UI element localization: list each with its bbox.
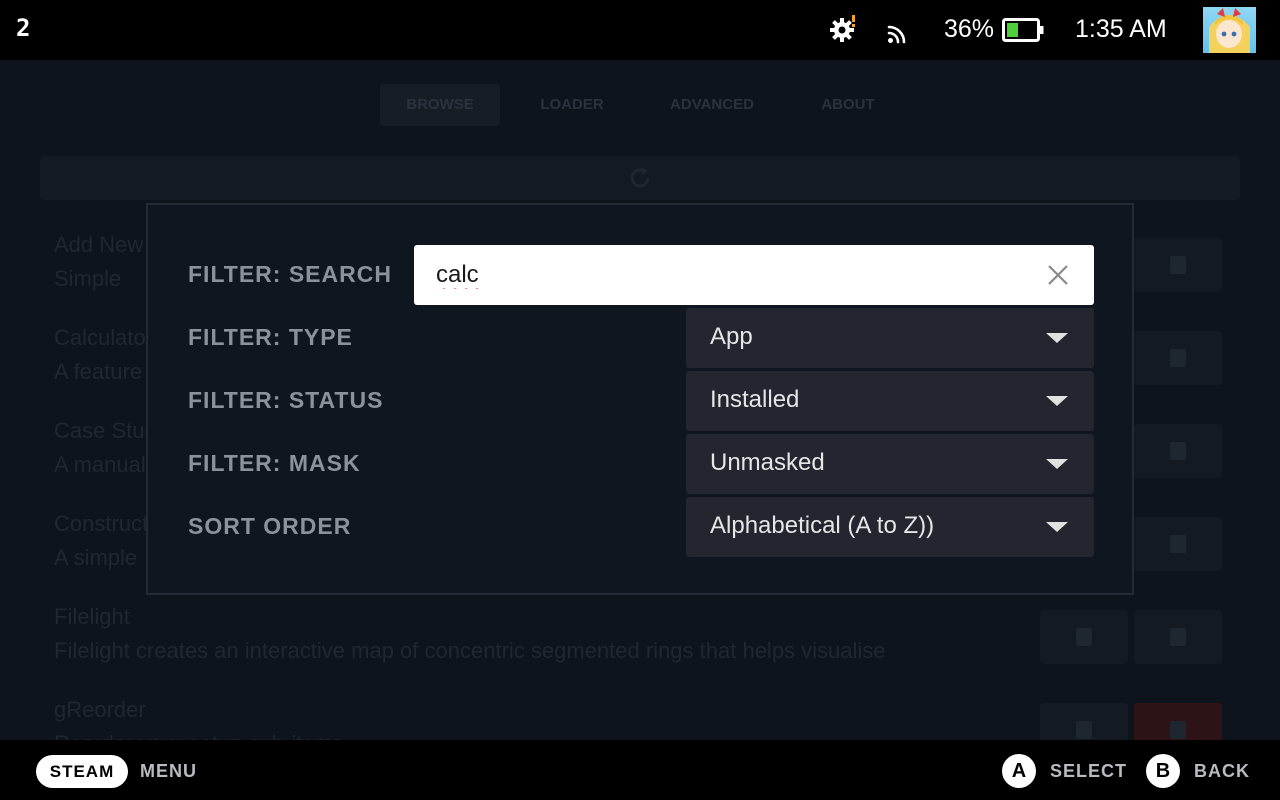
tab-about: ABOUT xyxy=(821,96,875,113)
notification-indicator: 2 xyxy=(16,14,31,42)
filter-status-dropdown[interactable]: Installed xyxy=(686,371,1094,431)
list-item: Filelight Filelight creates an interacti… xyxy=(40,592,1240,680)
chevron-down-icon xyxy=(1046,522,1068,532)
refresh-icon xyxy=(630,167,650,188)
sort-order-dropdown[interactable]: Alphabetical (A to Z)) xyxy=(686,497,1094,557)
battery-percent: 36% xyxy=(944,15,995,43)
filter-mask-label: FILTER: MASK xyxy=(188,450,361,476)
chevron-down-icon xyxy=(1046,459,1068,469)
filter-type-label: FILTER: TYPE xyxy=(188,324,353,350)
tab-loader: LOADER xyxy=(540,96,604,113)
filter-status-label: FILTER: STATUS xyxy=(188,387,384,413)
avatar[interactable] xyxy=(1203,7,1256,53)
filter-type-row: FILTER: TYPE App xyxy=(148,308,1132,368)
a-button-icon[interactable]: A xyxy=(1002,754,1036,788)
steam-button[interactable]: STEAM xyxy=(36,755,128,788)
b-button-icon[interactable]: B xyxy=(1146,754,1180,788)
search-input[interactable] xyxy=(436,257,1016,293)
filter-status-row: FILTER: STATUS Installed xyxy=(148,371,1132,431)
filter-mask-row: FILTER: MASK Unmasked xyxy=(148,434,1132,494)
sort-order-label: SORT ORDER xyxy=(188,513,352,539)
filter-search-label: FILTER: SEARCH xyxy=(188,261,392,287)
status-bar: 2 36% 1:35 AM xyxy=(0,0,1280,60)
back-label: BACK xyxy=(1194,761,1250,781)
sort-order-value: Alphabetical (A to Z)) xyxy=(710,512,935,539)
sort-order-row: SORT ORDER Alphabetical (A to Z)) xyxy=(148,497,1132,557)
tab-advanced: ADVANCED xyxy=(670,96,754,113)
close-icon[interactable] xyxy=(1046,263,1070,287)
filter-type-dropdown[interactable]: App xyxy=(686,308,1094,368)
filter-status-value: Installed xyxy=(710,386,800,413)
chevron-down-icon xyxy=(1046,396,1068,406)
tab-browse: BROWSE xyxy=(380,84,500,126)
filter-type-value: App xyxy=(710,323,753,350)
menu-label: MENU xyxy=(140,761,197,781)
cast-icon xyxy=(887,25,906,44)
search-box[interactable] xyxy=(414,245,1094,305)
footer-bar: STEAM MENU A SELECT B BACK xyxy=(0,740,1280,800)
chevron-down-icon xyxy=(1046,333,1068,343)
filter-dialog: FILTER: SEARCH FILTER: TYPE App FILTER: … xyxy=(146,203,1134,595)
clock: 1:35 AM xyxy=(1075,15,1167,43)
battery-icon xyxy=(1002,18,1044,42)
settings-alert-icon[interactable] xyxy=(828,14,858,44)
filter-mask-value: Unmasked xyxy=(710,449,825,476)
filter-mask-dropdown[interactable]: Unmasked xyxy=(686,434,1094,494)
select-label: SELECT xyxy=(1050,761,1128,781)
